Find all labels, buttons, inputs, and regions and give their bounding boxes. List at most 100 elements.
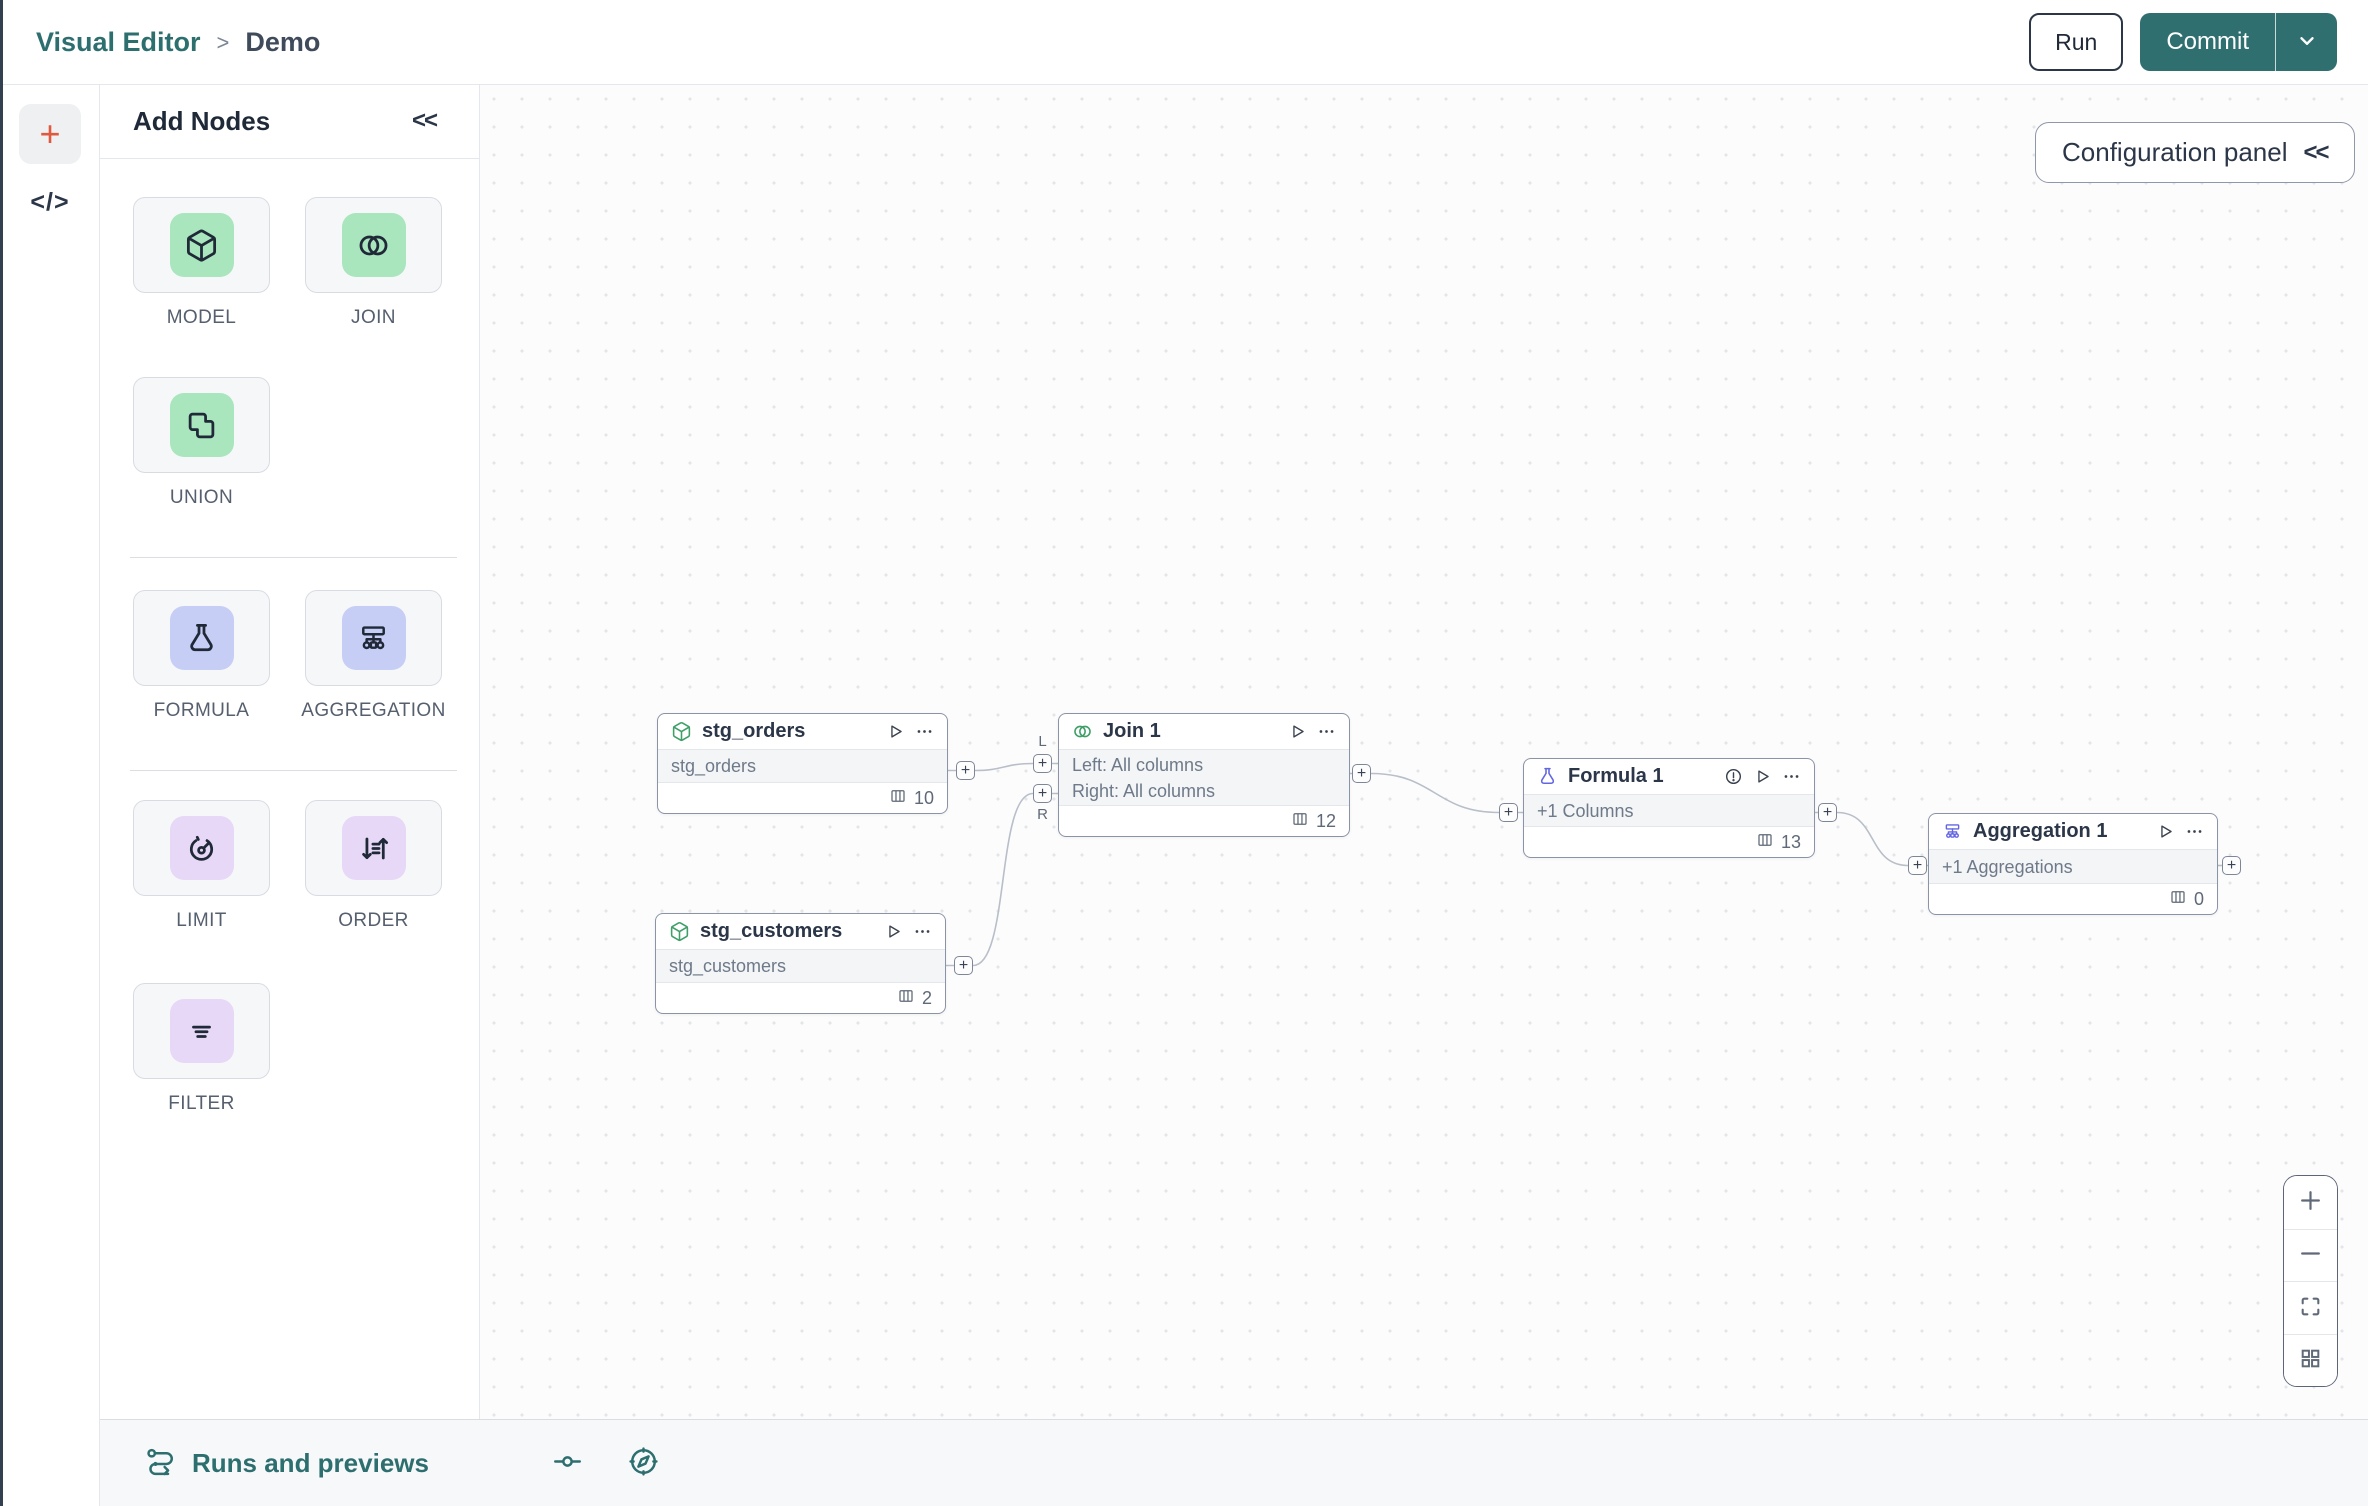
breadcrumb-current-demo: Demo: [245, 27, 321, 57]
column-count: 0: [2193, 888, 2204, 909]
filter-icon: [169, 999, 234, 1063]
handle-aggregation-in[interactable]: +: [1908, 856, 1927, 875]
tile-union[interactable]: UNION: [133, 377, 270, 509]
tile-filter[interactable]: FILTER: [133, 983, 270, 1115]
column-count: 12: [1315, 810, 1336, 831]
handle-join-right-in[interactable]: +: [1033, 784, 1052, 803]
more-options-icon[interactable]: [1782, 767, 1801, 786]
node-body-text: stg_customers: [669, 956, 787, 976]
handle-stg-customers-out[interactable]: +: [954, 956, 973, 975]
handle-formula-out[interactable]: +: [1818, 803, 1837, 822]
add-nodes-rail-button[interactable]: +: [19, 104, 81, 164]
columns-icon: [889, 787, 907, 810]
venn-icon: [341, 213, 406, 277]
node-body-text: +1 Columns: [1537, 800, 1634, 821]
columns-icon: [1291, 810, 1309, 833]
breadcrumb-separator: >: [216, 29, 230, 55]
breadcrumb: Visual Editor > Demo: [36, 0, 320, 85]
node-title: stg_customers: [700, 920, 843, 942]
zoom-controls: [2283, 1175, 2338, 1387]
configuration-panel-button[interactable]: Configuration panel <<: [2035, 122, 2355, 183]
code-view-button[interactable]: </>: [0, 188, 100, 217]
handle-aggregation-out[interactable]: +: [2222, 856, 2241, 875]
aggregation-icon: [1942, 821, 1963, 842]
warning-icon: [1724, 767, 1743, 786]
node-body-text: +1 Aggregations: [1942, 856, 2073, 877]
tile-aggregation[interactable]: AGGREGATION: [301, 590, 445, 722]
node-body-line: Left: All columns: [1072, 754, 1204, 775]
grid-icon: [2298, 1346, 2323, 1374]
columns-icon: [1756, 831, 1774, 854]
zoom-out-button[interactable]: [2284, 1228, 2337, 1281]
column-count: 10: [913, 787, 934, 808]
commit-button[interactable]: Commit: [2140, 13, 2275, 71]
more-options-icon[interactable]: [913, 922, 932, 941]
cube-icon: [669, 921, 690, 942]
play-icon[interactable]: [1288, 722, 1307, 741]
sort-icon: [341, 816, 406, 880]
node-formula-1[interactable]: Formula 1 +1 Columns 13: [1523, 758, 1815, 858]
collapse-chevrons-icon: <<: [2303, 138, 2330, 166]
left-rail: + </>: [0, 85, 100, 1506]
route-icon: [144, 1445, 177, 1483]
node-footer: 0: [1929, 884, 2217, 914]
node-title: stg_orders: [702, 720, 806, 742]
cube-icon: [671, 721, 692, 742]
tile-order[interactable]: ORDER: [305, 800, 442, 932]
node-aggregation-1[interactable]: Aggregation 1 +1 Aggregations 0: [1928, 813, 2218, 915]
join-right-port-label: R: [1037, 806, 1048, 823]
columns-icon: [897, 987, 915, 1010]
compass-icon: [627, 1445, 660, 1483]
play-icon[interactable]: [1753, 767, 1772, 786]
node-body-line: Right: All columns: [1072, 780, 1216, 801]
tile-order-label: ORDER: [338, 910, 409, 931]
compass-button[interactable]: [627, 1420, 660, 1506]
node-join-1[interactable]: Join 1 Left: All columns Right: All colu…: [1058, 713, 1350, 837]
more-options-icon[interactable]: [2185, 822, 2204, 841]
flask-icon: [169, 606, 234, 670]
flask-icon: [1537, 766, 1558, 787]
more-options-icon[interactable]: [1317, 722, 1336, 741]
tile-join-label: JOIN: [351, 307, 396, 328]
node-body-text: stg_orders: [671, 756, 757, 776]
node-title: Aggregation 1: [1973, 820, 2108, 842]
commit-split-button: Commit: [2140, 13, 2337, 71]
more-options-icon[interactable]: [915, 722, 934, 741]
union-icon: [169, 393, 234, 457]
column-count: 2: [921, 987, 932, 1008]
handle-formula-in[interactable]: +: [1499, 803, 1518, 822]
group-divider: [130, 770, 457, 771]
play-icon[interactable]: [2156, 822, 2175, 841]
node-title: Formula 1: [1568, 765, 1664, 787]
panel-collapse-icon[interactable]: <<: [412, 107, 438, 135]
node-footer: 10: [658, 783, 947, 813]
fit-view-button[interactable]: [2284, 1281, 2337, 1334]
plus-icon: [2298, 1188, 2323, 1216]
toggle-slider-button[interactable]: [552, 1420, 583, 1506]
topbar-actions: Run Commit: [2029, 13, 2337, 71]
cube-icon: [169, 213, 234, 277]
play-icon[interactable]: [886, 722, 905, 741]
node-footer: 13: [1524, 827, 1814, 857]
fit-view-icon: [2298, 1294, 2323, 1322]
breadcrumb-visual-editor[interactable]: Visual Editor: [36, 27, 201, 58]
node-stg-orders[interactable]: stg_orders stg_orders 10: [657, 713, 948, 814]
node-stg-customers[interactable]: stg_customers stg_customers 2: [655, 913, 946, 1014]
play-icon[interactable]: [884, 922, 903, 941]
top-bar: Visual Editor > Demo Run Commit: [0, 0, 2368, 85]
run-button[interactable]: Run: [2029, 13, 2124, 71]
node-footer: 2: [656, 983, 945, 1013]
tile-join[interactable]: JOIN: [305, 197, 442, 329]
handle-join-out[interactable]: +: [1352, 764, 1371, 783]
handle-join-left-in[interactable]: +: [1033, 754, 1052, 773]
layout-grid-button[interactable]: [2284, 1333, 2337, 1386]
chevron-down-icon: [2296, 30, 2318, 55]
add-nodes-panel: Add Nodes << MODEL JOIN UNION FORMULA AG…: [100, 85, 480, 1419]
zoom-in-button[interactable]: [2284, 1176, 2337, 1229]
runs-and-previews-label: Runs and previews: [192, 1448, 429, 1478]
visual-editor-app: Visual Editor > Demo Run Commit + </> Ad…: [0, 0, 2368, 1506]
plus-icon: +: [39, 113, 61, 154]
runs-and-previews-button[interactable]: Runs and previews: [144, 1420, 429, 1506]
commit-dropdown-button[interactable]: [2275, 13, 2337, 71]
handle-stg-orders-out[interactable]: +: [956, 761, 975, 780]
